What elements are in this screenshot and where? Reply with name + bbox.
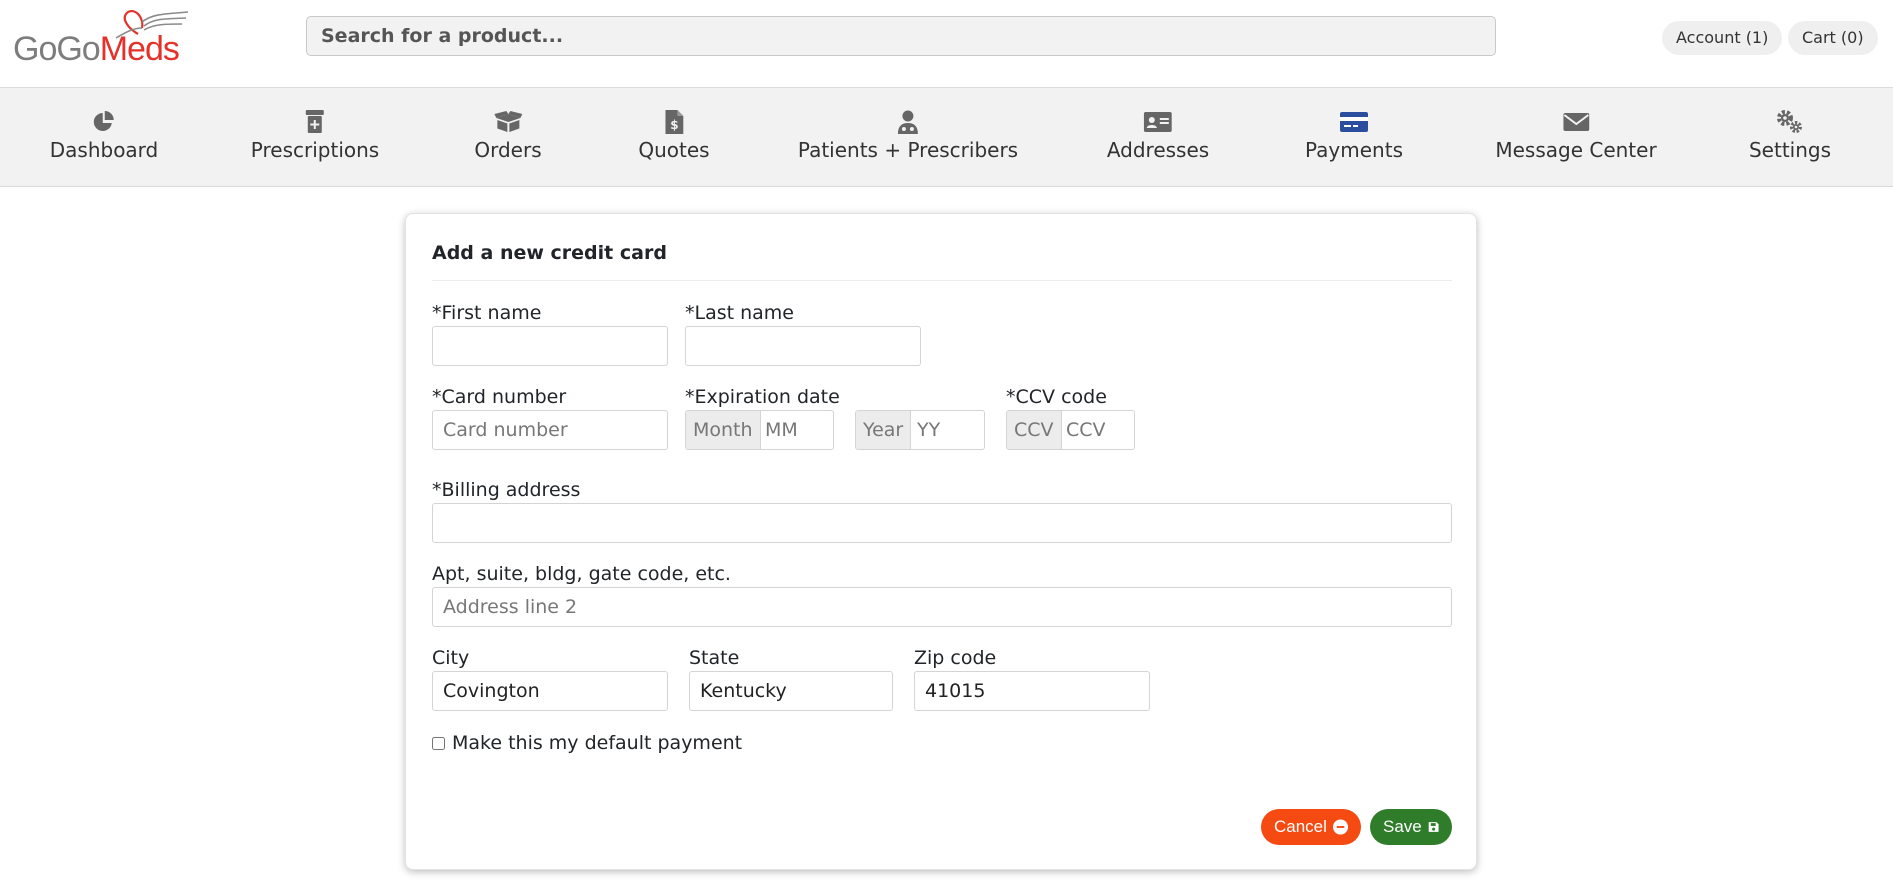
month-addon: Month (686, 411, 761, 449)
winged-logo-icon (115, 10, 189, 39)
default-payment-checkbox[interactable] (432, 737, 445, 750)
expiration-year-group: Year (855, 410, 985, 450)
card-number-input[interactable] (432, 410, 668, 450)
envelope-icon (1562, 113, 1589, 131)
nav-label: Quotes (638, 138, 710, 162)
doctor-icon (897, 110, 918, 134)
account-button[interactable]: Account (1) (1662, 21, 1783, 55)
cancel-label: Cancel (1274, 817, 1327, 836)
last-name-input[interactable] (685, 326, 921, 366)
nav-message-center[interactable]: Message Center (1495, 88, 1657, 186)
state-label: State (689, 647, 740, 669)
card-number-label: *Card number (432, 386, 567, 408)
billing-address-label: *Billing address (432, 479, 581, 501)
floppy-disk-icon (1428, 822, 1439, 832)
expiration-year-input[interactable] (909, 411, 984, 449)
box-icon (493, 111, 522, 132)
nav-label: Settings (1748, 138, 1832, 162)
first-name-input[interactable] (432, 326, 668, 366)
nav-patients-prescribers[interactable]: Patients + Prescribers (798, 88, 1018, 186)
gogomeds-logo[interactable]: GoGoMeds (13, 8, 193, 72)
credit-card-icon (1339, 112, 1368, 132)
form-title: Add a new credit card (432, 242, 667, 264)
pill-bottle-icon (305, 110, 324, 133)
first-name-label: *First name (432, 302, 542, 324)
nav-dashboard[interactable]: Dashboard (49, 88, 159, 186)
header: GoGoMeds Account (1) Cart (0) (0, 0, 1893, 88)
zip-code-input[interactable] (914, 671, 1150, 711)
cancel-button[interactable]: Cancel (1261, 809, 1361, 845)
ccv-group: CCV (1006, 410, 1135, 450)
ccv-addon: CCV (1007, 411, 1062, 449)
nav-prescriptions[interactable]: Prescriptions (251, 88, 379, 186)
nav-payments[interactable]: Payments (1305, 88, 1403, 186)
search-input[interactable] (306, 16, 1496, 56)
expiration-date-label: *Expiration date (685, 386, 840, 408)
cart-button[interactable]: Cart (0) (1788, 21, 1878, 55)
expiration-month-input[interactable] (757, 411, 833, 449)
last-name-label: *Last name (685, 302, 794, 324)
title-divider (432, 280, 1452, 281)
year-addon: Year (856, 411, 912, 449)
save-label: Save (1383, 817, 1422, 836)
nav-quotes[interactable]: $ Quotes (638, 88, 710, 186)
invoice-dollar-icon: $ (664, 110, 683, 134)
nav-label: Message Center (1495, 138, 1657, 162)
address-line2-input[interactable] (432, 587, 1452, 627)
add-credit-card-form: Add a new credit card *First name *Last … (405, 213, 1477, 870)
nav-settings[interactable]: Settings (1749, 88, 1831, 186)
ccv-code-label: *CCV code (1006, 386, 1107, 408)
nav-label: Patients + Prescribers (797, 138, 1019, 162)
nav-label: Prescriptions (250, 138, 380, 162)
pie-chart-icon (94, 111, 114, 131)
save-button[interactable]: Save (1370, 809, 1452, 845)
nav-label: Dashboard (49, 138, 159, 162)
billing-address-input[interactable] (432, 503, 1452, 543)
city-input[interactable] (432, 671, 668, 711)
state-input[interactable] (689, 671, 893, 711)
gears-icon (1777, 110, 1802, 133)
svg-text:$: $ (670, 118, 678, 132)
nav-label: Payments (1305, 138, 1403, 162)
nav-addresses[interactable]: Addresses (1107, 88, 1209, 186)
main-nav: Dashboard Prescriptions Orders $ Quotes (0, 88, 1893, 187)
zip-code-label: Zip code (914, 647, 997, 669)
default-payment-label[interactable]: Make this my default payment (452, 732, 742, 754)
minus-circle-icon (1332, 819, 1348, 835)
nav-orders[interactable]: Orders (474, 88, 542, 186)
city-label: City (432, 647, 470, 669)
ccv-input[interactable] (1058, 411, 1134, 449)
nav-label: Addresses (1106, 138, 1210, 162)
address-line2-label: Apt, suite, bldg, gate code, etc. (432, 563, 731, 585)
expiration-month-group: Month (685, 410, 834, 450)
address-card-icon (1144, 112, 1172, 132)
nav-label: Orders (474, 138, 542, 162)
